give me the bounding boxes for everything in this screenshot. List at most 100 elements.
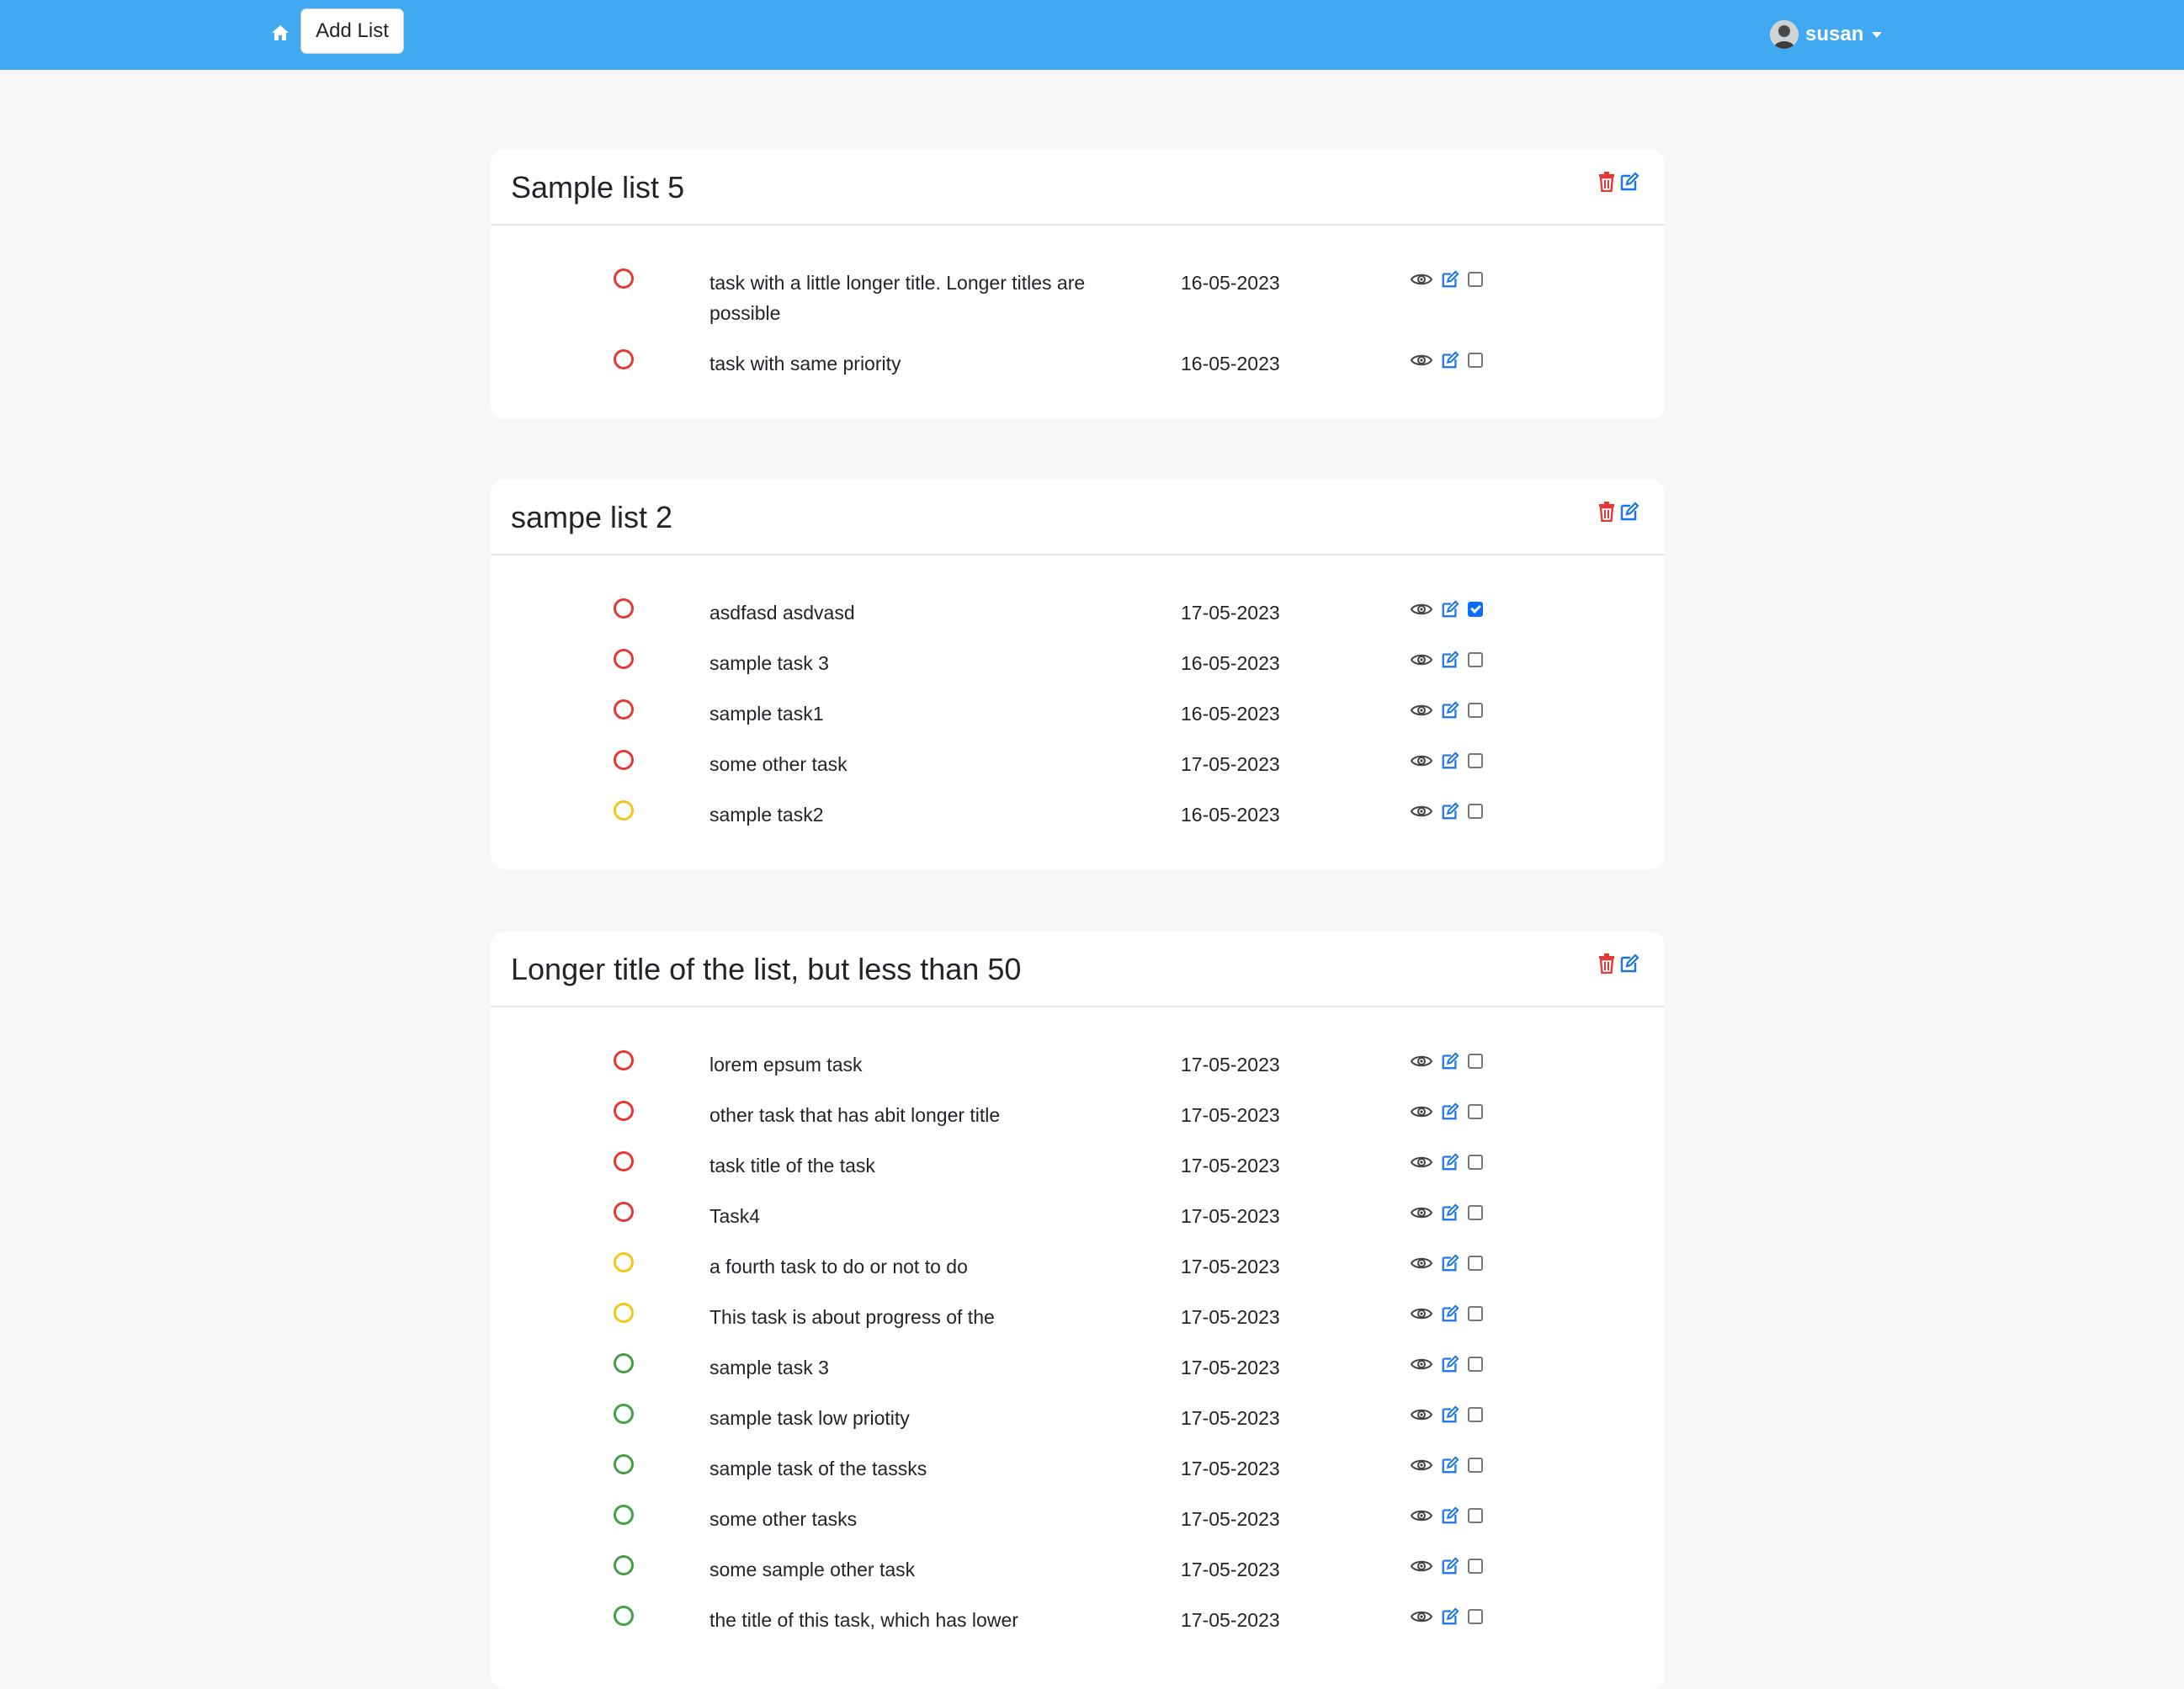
view-task-eye-icon[interactable] [1411,353,1432,368]
task-date: 17-05-2023 [1181,1155,1280,1176]
priority-circle-icon [614,750,634,770]
task-done-checkbox[interactable] [1468,353,1483,368]
task-done-checkbox[interactable] [1468,1357,1483,1372]
task-date: 17-05-2023 [1181,753,1280,775]
priority-circle-icon [614,649,634,669]
edit-task-icon[interactable] [1441,701,1459,720]
delete-list-icon[interactable] [1597,172,1616,192]
view-task-eye-icon[interactable] [1411,1104,1432,1119]
view-task-eye-icon[interactable] [1411,1155,1432,1170]
view-task-eye-icon[interactable] [1411,703,1432,718]
task-row: asdfasd asdvasd 17-05-2023 [491,598,1665,642]
add-list-button[interactable]: Add List [300,8,404,54]
task-title: sample task of the tassks [709,1458,927,1479]
view-task-eye-icon[interactable] [1411,272,1432,287]
priority-circle-icon [614,1404,634,1424]
view-task-eye-icon[interactable] [1411,1407,1432,1422]
task-actions [1411,1456,1483,1474]
edit-task-icon[interactable] [1441,600,1459,619]
task-done-checkbox[interactable] [1468,1458,1483,1473]
task-done-checkbox[interactable] [1468,1559,1483,1574]
task-done-checkbox[interactable] [1468,1306,1483,1321]
edit-task-icon[interactable] [1441,1506,1459,1525]
delete-list-icon[interactable] [1597,953,1616,974]
avatar [1770,20,1799,49]
edit-task-icon[interactable] [1441,1153,1459,1171]
view-task-eye-icon[interactable] [1411,1508,1432,1523]
edit-task-icon[interactable] [1441,1557,1459,1575]
task-title: other task that has abit longer title [709,1104,1001,1126]
edit-task-icon[interactable] [1441,1304,1459,1323]
edit-list-icon[interactable] [1619,172,1639,192]
task-done-checkbox[interactable] [1468,602,1483,617]
task-done-checkbox[interactable] [1468,804,1483,819]
edit-task-icon[interactable] [1441,1405,1459,1424]
edit-task-icon[interactable] [1441,1456,1459,1474]
task-title: sample task 3 [709,652,829,674]
task-actions [1411,701,1483,720]
task-done-checkbox[interactable] [1468,1155,1483,1170]
priority-circle-icon [614,1202,634,1222]
task-done-checkbox[interactable] [1468,1054,1483,1069]
view-task-eye-icon[interactable] [1411,1458,1432,1473]
home-button[interactable] [268,19,293,47]
task-done-checkbox[interactable] [1468,1407,1483,1422]
task-done-checkbox[interactable] [1468,1104,1483,1119]
edit-task-icon[interactable] [1441,1355,1459,1373]
edit-task-icon[interactable] [1441,802,1459,821]
edit-list-icon[interactable] [1619,953,1639,974]
task-actions [1411,1052,1483,1070]
view-task-eye-icon[interactable] [1411,602,1432,617]
view-task-eye-icon[interactable] [1411,1357,1432,1372]
task-done-checkbox[interactable] [1468,1256,1483,1271]
task-title: task with same priority [709,353,901,374]
edit-task-icon[interactable] [1441,351,1459,369]
edit-task-icon[interactable] [1441,1102,1459,1121]
task-date: 16-05-2023 [1181,703,1280,725]
view-task-eye-icon[interactable] [1411,1559,1432,1574]
task-row: other task that has abit longer title 17-… [491,1101,1665,1145]
view-task-eye-icon[interactable] [1411,1256,1432,1271]
task-date: 17-05-2023 [1181,1205,1280,1227]
list-actions [1597,502,1639,522]
task-row: task title of the task 17-05-2023 [491,1151,1665,1195]
task-title: task with a little longer title. Longer … [709,272,1086,324]
view-task-eye-icon[interactable] [1411,753,1432,768]
user-menu[interactable]: susan [1770,19,1883,50]
priority-circle-icon [614,1353,634,1373]
list-actions [1597,172,1639,192]
view-task-eye-icon[interactable] [1411,1054,1432,1069]
task-title: This task is about progress of the [709,1306,995,1328]
view-task-eye-icon[interactable] [1411,804,1432,819]
task-actions [1411,1254,1483,1272]
edit-task-icon[interactable] [1441,1052,1459,1070]
task-done-checkbox[interactable] [1468,1205,1483,1220]
task-date: 16-05-2023 [1181,804,1280,826]
task-row: task with same priority 16-05-2023 [491,349,1665,393]
delete-list-icon[interactable] [1597,502,1616,522]
priority-circle-icon [614,1555,634,1575]
task-done-checkbox[interactable] [1468,753,1483,768]
task-actions [1411,351,1483,369]
task-done-checkbox[interactable] [1468,703,1483,718]
task-date: 16-05-2023 [1181,652,1280,674]
edit-list-icon[interactable] [1619,502,1639,522]
edit-task-icon[interactable] [1441,651,1459,669]
task-actions [1411,802,1483,821]
view-task-eye-icon[interactable] [1411,1205,1432,1220]
view-task-eye-icon[interactable] [1411,1609,1432,1624]
edit-task-icon[interactable] [1441,1254,1459,1272]
list-card: Sample list 5 task with a little longer t… [491,150,1665,419]
edit-task-icon[interactable] [1441,270,1459,289]
task-done-checkbox[interactable] [1468,272,1483,287]
priority-circle-icon [614,268,634,289]
edit-task-icon[interactable] [1441,1203,1459,1222]
task-row: sample task2 16-05-2023 [491,800,1665,844]
edit-task-icon[interactable] [1441,752,1459,770]
view-task-eye-icon[interactable] [1411,1306,1432,1321]
task-done-checkbox[interactable] [1468,652,1483,667]
task-done-checkbox[interactable] [1468,1508,1483,1523]
task-done-checkbox[interactable] [1468,1609,1483,1624]
priority-circle-icon [614,800,634,821]
view-task-eye-icon[interactable] [1411,652,1432,667]
